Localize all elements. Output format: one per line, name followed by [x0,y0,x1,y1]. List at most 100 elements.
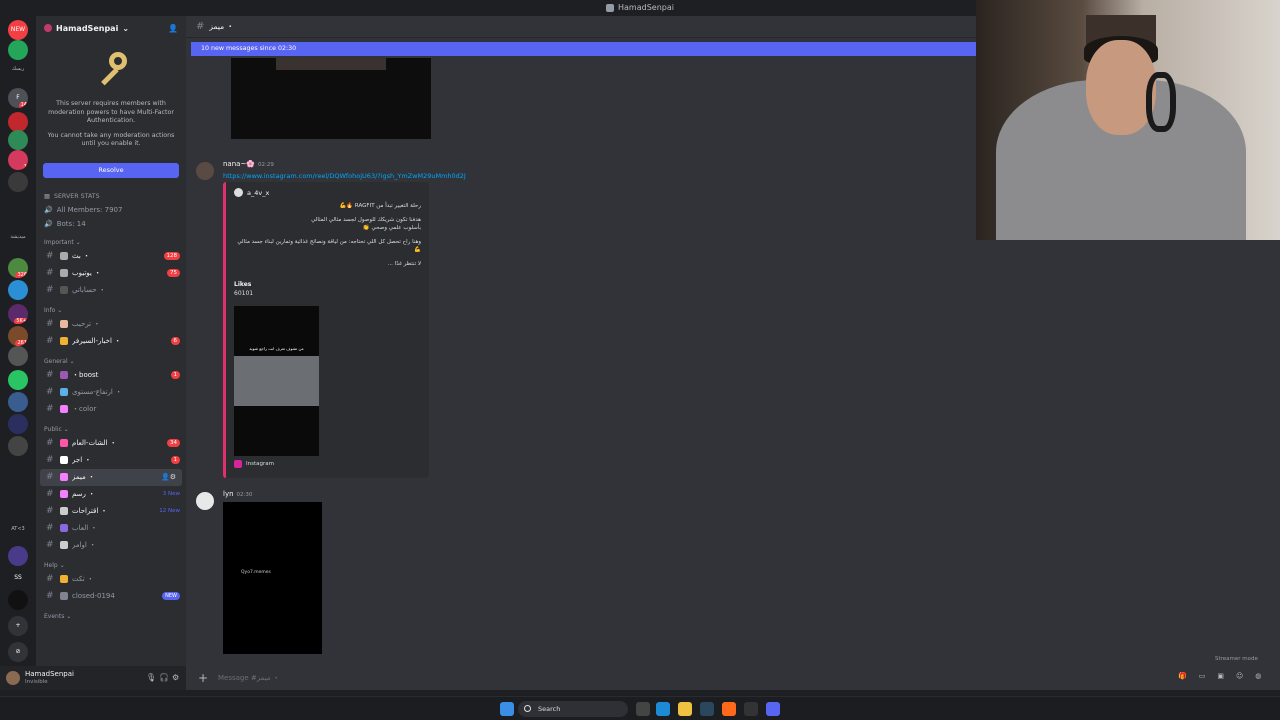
channel-name: اوامر ・ [72,541,97,549]
embed-field: Likes 60101 [234,281,254,297]
category-info[interactable]: Info ⌄ [36,306,186,316]
new-messages-banner[interactable]: 10 new messages since 02:30 [191,42,976,56]
channel-item[interactable]: # بث ・ 128 [36,248,186,265]
server-green-2[interactable] [8,130,28,150]
task-view-icon[interactable] [636,702,650,716]
user-panel: HamadSenpai Invisible 🎙 🎧 ⚙ [0,666,186,690]
channel-item[interactable]: # رسم ・ 3 New [36,486,186,503]
author-name[interactable]: nana~🌸 [223,160,255,168]
channel-item[interactable]: # يوتيوب ・ 75 [36,265,186,282]
steam-icon[interactable] [700,702,714,716]
message-composer[interactable]: + Message #ميمز ・ [196,668,976,688]
server-b[interactable]: 326 [8,258,28,278]
composer-tools: 🎁 ▭ ▣ ☺ ◍ [1178,672,1261,680]
server-ss[interactable]: SS [8,568,28,588]
new-badge[interactable]: NEW [8,20,28,40]
firefox-icon[interactable] [722,702,736,716]
gear-icon[interactable]: ⚙ [172,674,180,682]
author-name[interactable]: lyn [223,490,234,498]
server-red-1[interactable] [8,112,28,132]
server-dark[interactable] [8,172,28,192]
embed-thumbnail[interactable]: من تشوف تعرف انت راجع شوية [234,306,319,456]
channel-item[interactable]: # ارتفاع-مستوى ・ [36,384,186,401]
video-attachment[interactable] [231,58,431,139]
unread-badge: 14 [18,102,28,108]
plus-icon[interactable]: + [196,671,210,685]
server-sky[interactable] [8,392,28,412]
channel-name: اخبار-السيرفر ・ [72,337,122,345]
folder-icon[interactable] [678,702,692,716]
server-anime[interactable] [8,414,28,434]
server-green[interactable] [8,40,28,60]
mic-icon[interactable]: 🎙 [146,674,156,682]
channel-item[interactable]: # ・boost 1 [36,367,186,384]
streamer-mode-indicator: Streamer mode [1215,656,1258,662]
video-attachment[interactable]: Qyo7.memes [223,502,322,654]
server-f[interactable]: F 14 [8,88,28,108]
instagram-embed: a_4v_x رحلة التغيير تبدأ من RAGFIT 🔥💪 هد… [223,182,429,478]
discord-icon[interactable] [766,702,780,716]
app-icon[interactable] [744,702,758,716]
channel-name: ميمز ・ [209,22,235,31]
server-blue[interactable] [8,280,28,300]
server-d[interactable] [8,436,28,456]
avatar[interactable] [196,162,214,180]
discover[interactable]: ⊘ [8,642,28,662]
category-events[interactable]: Events ⌄ [36,612,186,622]
channel-settings-icon[interactable]: 👤⚙ [161,473,176,481]
category-help[interactable]: Help ⌄ [36,561,186,571]
user-info[interactable]: HamadSenpai Invisible [25,670,141,686]
emoji-icon[interactable]: ☺ [1236,672,1243,680]
mention-badge: 1 [170,456,180,464]
sticker-icon[interactable]: ▣ [1217,672,1224,680]
channel-item[interactable]: # العاب ・ [36,520,186,537]
windows-start-icon[interactable] [500,702,514,716]
message-header: nana~🌸 02:29 [223,160,274,168]
mention-badge: 75 [167,269,180,277]
channel-name: ارتفاع-مستوى ・ [72,388,123,396]
avatar[interactable] [6,671,20,685]
server-pink[interactable]: 1 [8,150,28,170]
channel-item[interactable]: # اوامر ・ [36,537,186,554]
server-name: HamadSenpai [56,23,119,33]
edge-icon[interactable] [656,702,670,716]
server-black[interactable] [8,590,28,610]
channel-item[interactable]: # اجر ・ 1 [36,452,186,469]
taskbar: Search [0,696,1280,720]
channel-item[interactable]: # الشات-العام ・ 34 [36,435,186,452]
server-purple[interactable] [8,546,28,566]
server-header[interactable]: HamadSenpai ⌄ 👤 [36,16,186,40]
channel-item[interactable]: # حساباتي ・ [36,282,186,299]
server-phone[interactable] [8,370,28,390]
headphones-icon[interactable]: 🎧 [159,674,169,682]
hash-icon: # [46,370,54,380]
emoji-icon [60,439,68,447]
taskbar-search[interactable]: Search [518,701,628,717]
embed-author[interactable]: a_4v_x [234,188,269,197]
message-input[interactable]: Message #ميمز ・ [218,673,280,683]
server-stats-header[interactable]: ▦ SERVER STATS [36,190,186,203]
gift-icon[interactable]: 🎁 [1178,672,1187,680]
avatar[interactable] [196,492,214,510]
category-important[interactable]: Important ⌄ [36,238,186,248]
channel-item[interactable]: # ترحيب ・ [36,316,186,333]
category-public[interactable]: Public ⌄ [36,425,186,435]
resolve-button[interactable]: Resolve [43,162,179,178]
server-x[interactable] [8,346,28,366]
emoji-icon [60,371,68,379]
channel-item[interactable]: # اقتراحات ・ 12 New [36,503,186,520]
gif-icon[interactable]: ▭ [1199,672,1206,680]
message-link[interactable]: https://www.instagram.com/reel/DQWfohojU… [223,172,466,180]
channel-item[interactable]: # تكت ・ [36,571,186,588]
add-server[interactable]: + [8,616,28,636]
server-tv[interactable]: 5K+ [8,304,28,324]
channel-name: رسم ・ [72,490,96,498]
channel-item[interactable]: # closed-0194 NEW [36,588,186,605]
channel-item[interactable]: # اخبار-السيرفر ・ 6 [36,333,186,350]
add-member-icon[interactable]: 👤 [168,24,178,33]
channel-item[interactable]: # ميمز ・ 👤⚙ [40,468,182,486]
category-general[interactable]: General ⌄ [36,357,186,367]
apps-icon[interactable]: ◍ [1255,672,1261,680]
channel-item[interactable]: # ・color [36,401,186,418]
server-c[interactable]: 261 [8,326,28,346]
